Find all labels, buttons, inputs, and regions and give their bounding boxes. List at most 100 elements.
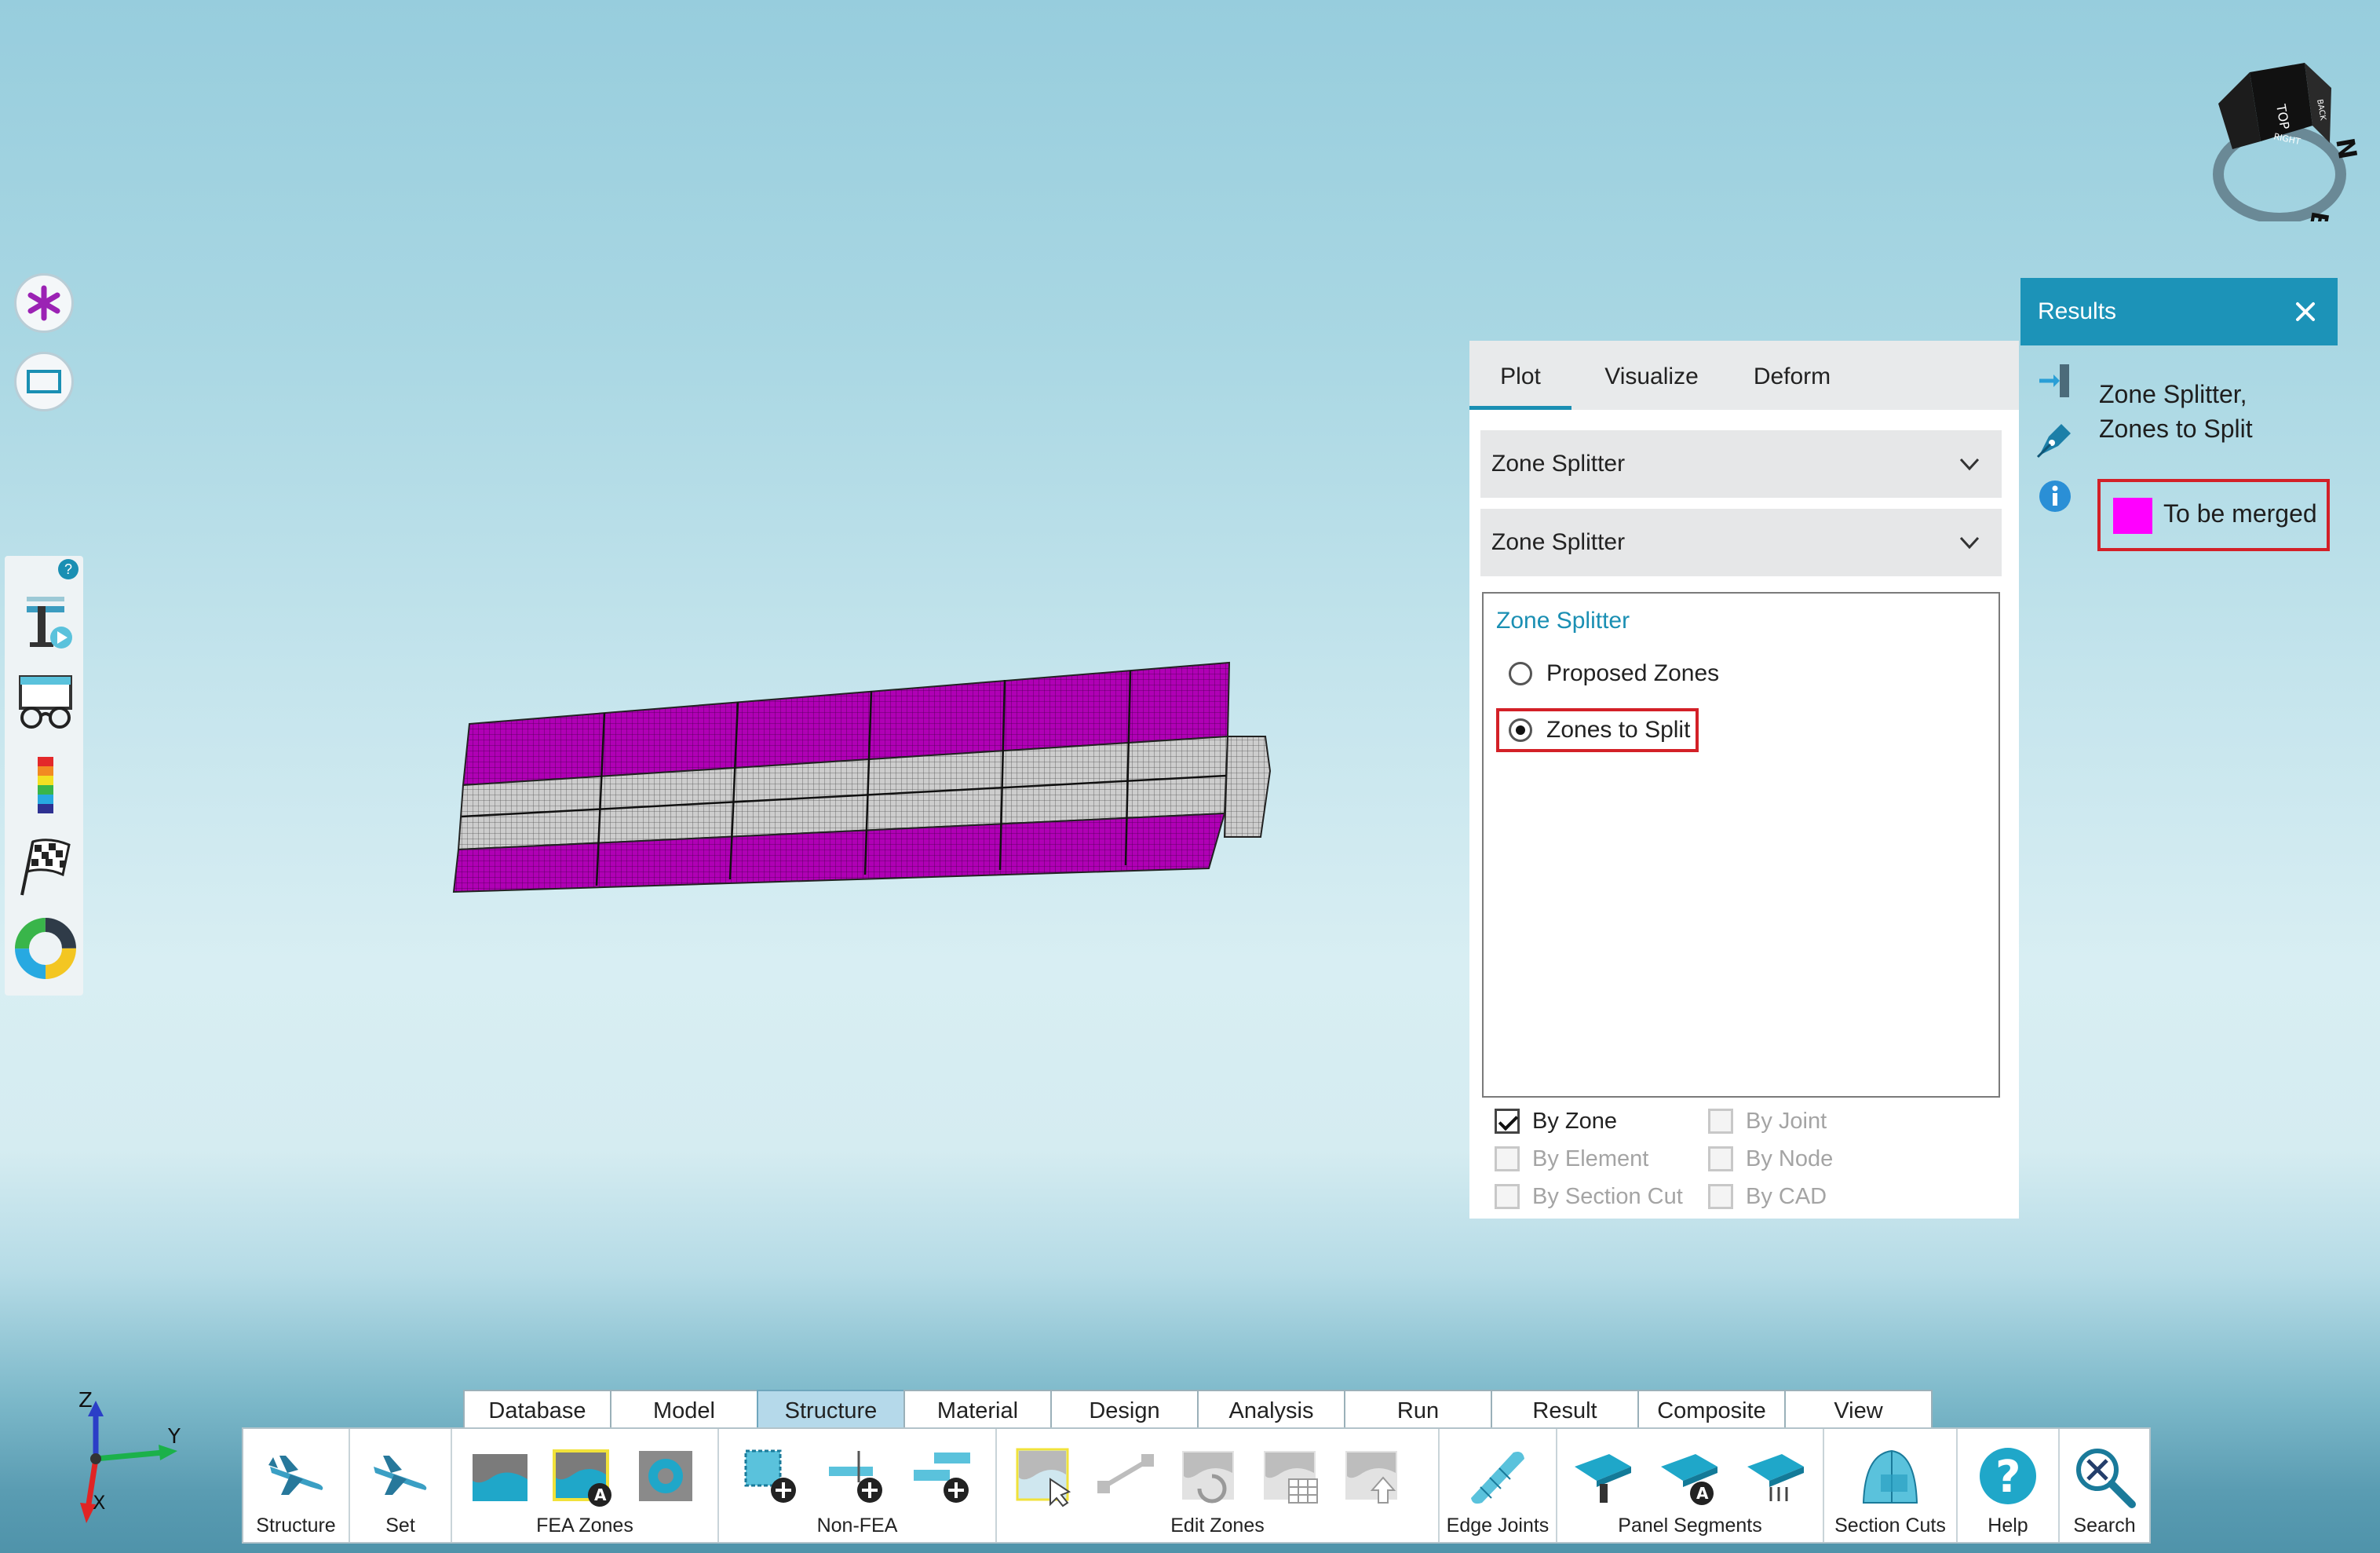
compass-north[interactable]: N — [2330, 136, 2363, 162]
panel-auto-badge: A — [1696, 1484, 1709, 1503]
help-label: Help — [1988, 1515, 2028, 1537]
rectangle-select-button[interactable] — [14, 352, 74, 411]
section-cuts-label: Section Cuts — [1834, 1515, 1946, 1537]
pen-icon[interactable] — [2033, 418, 2077, 462]
radio-zones-to-split[interactable]: Zones to Split — [1509, 713, 1690, 747]
asterisk-button[interactable] — [14, 273, 74, 333]
tab-analysis[interactable]: Analysis — [1197, 1390, 1345, 1429]
checkbox-by-zone-label: By Zone — [1532, 1108, 1617, 1134]
edge-joints-button[interactable]: Edge Joints — [1440, 1429, 1557, 1542]
zone-splitter-group: Zone Splitter Proposed Zones Zones to Sp… — [1482, 592, 2000, 1098]
checkbox-by-joint-label: By Joint — [1746, 1108, 1827, 1134]
tab-design[interactable]: Design — [1050, 1390, 1199, 1429]
checkered-flag-icon[interactable] — [14, 835, 77, 898]
tab-visualize[interactable]: Visualize — [1586, 341, 1717, 410]
plot-subtype-dropdown[interactable]: Zone Splitter — [1480, 509, 2002, 576]
axis-z-label: Z — [78, 1390, 93, 1412]
tab-result[interactable]: Result — [1491, 1390, 1639, 1429]
checkbox-by-joint[interactable]: By Joint — [1708, 1105, 1827, 1137]
search-button[interactable]: Search — [2060, 1429, 2149, 1542]
checkbox-by-element[interactable]: By Element — [1495, 1143, 1648, 1175]
root-stub[interactable] — [1223, 736, 1272, 838]
help-button[interactable]: ? Help — [1958, 1429, 2060, 1542]
set-label: Set — [385, 1515, 415, 1537]
gear-zone-icon[interactable] — [633, 1443, 699, 1509]
ribbon-tabs: Database Model Structure Material Design… — [463, 1390, 1933, 1429]
panel-segment-icon[interactable] — [1570, 1443, 1636, 1509]
chevron-down-icon — [1959, 536, 1980, 550]
tab-composite[interactable]: Composite — [1637, 1390, 1786, 1429]
fea-zone-icon[interactable] — [468, 1443, 534, 1509]
edge-joint-icon — [1471, 1452, 1524, 1504]
tab-deform[interactable]: Deform — [1733, 341, 1851, 410]
plot-type-dropdown[interactable]: Zone Splitter — [1480, 430, 2002, 498]
text-tool-icon[interactable] — [14, 590, 77, 653]
tab-structure[interactable]: Structure — [757, 1390, 905, 1429]
select-zone-icon[interactable] — [1013, 1443, 1079, 1509]
non-fea-label: Non-FEA — [816, 1515, 898, 1537]
panel-segment-auto-icon[interactable]: A — [1656, 1443, 1722, 1509]
structure-label: Structure — [256, 1515, 336, 1537]
plot-tabs: Plot Visualize Deform — [1469, 341, 2019, 410]
checkbox-by-node-box[interactable] — [1708, 1146, 1733, 1171]
add-panel-icon[interactable] — [911, 1443, 976, 1509]
connect-zones-icon[interactable] — [1094, 1443, 1160, 1509]
checkbox-by-node[interactable]: By Node — [1708, 1143, 1833, 1175]
checkbox-by-element-box[interactable] — [1495, 1146, 1520, 1171]
ribbon-toolbar: Structure Set A FEA Zones Non-FEA Edit Z… — [242, 1427, 2151, 1544]
tab-model[interactable]: Model — [610, 1390, 758, 1429]
radio-proposed-zones[interactable]: Proposed Zones — [1509, 656, 1719, 691]
results-body: Zone Splitter, Zones to Split To be merg… — [2020, 345, 2338, 581]
axis-x-label: X — [93, 1492, 105, 1514]
structure-button[interactable]: Structure — [243, 1429, 350, 1542]
asterisk-icon — [27, 285, 60, 321]
set-button[interactable]: Set — [350, 1429, 452, 1542]
wing-fea-model[interactable] — [440, 652, 1287, 903]
import-icon[interactable] — [2036, 361, 2075, 400]
compass-east[interactable]: E — [2304, 210, 2334, 221]
panel-segment-edit-icon[interactable] — [1743, 1443, 1809, 1509]
airplane-set-icon — [374, 1456, 427, 1495]
close-icon[interactable] — [2294, 300, 2317, 323]
checkbox-by-section-cut[interactable]: By Section Cut — [1495, 1181, 1683, 1212]
results-description: Zone Splitter, Zones to Split — [2099, 377, 2253, 446]
tab-view[interactable]: View — [1784, 1390, 1933, 1429]
search-label: Search — [2073, 1515, 2136, 1537]
non-fea-group: Non-FEA — [719, 1429, 997, 1542]
checkbox-by-joint-box[interactable] — [1708, 1109, 1733, 1134]
tab-run[interactable]: Run — [1344, 1390, 1492, 1429]
tab-plot[interactable]: Plot — [1469, 341, 1571, 410]
zone-splitter-title: Zone Splitter — [1496, 608, 1630, 634]
color-scale-icon[interactable] — [14, 754, 77, 817]
checkbox-by-cad[interactable]: By CAD — [1708, 1181, 1827, 1212]
left-tool-strip: ? — [5, 556, 83, 996]
glasses-icon[interactable] — [14, 672, 77, 735]
rotate-zone-icon[interactable] — [1176, 1443, 1242, 1509]
tab-material[interactable]: Material — [903, 1390, 1052, 1429]
grid-zone-icon[interactable] — [1258, 1443, 1323, 1509]
checkbox-by-cad-box[interactable] — [1708, 1184, 1733, 1209]
help-badge[interactable]: ? — [58, 559, 78, 579]
tab-database[interactable]: Database — [463, 1390, 611, 1429]
checkbox-by-zone-box[interactable] — [1495, 1109, 1520, 1134]
checkbox-by-zone[interactable]: By Zone — [1495, 1105, 1617, 1137]
fea-zone-auto-icon[interactable]: A — [549, 1443, 615, 1509]
checkbox-by-section-cut-box[interactable] — [1495, 1184, 1520, 1209]
fea-zones-group: A FEA Zones — [452, 1429, 719, 1542]
add-beam-icon[interactable] — [824, 1443, 890, 1509]
search-icon — [2076, 1449, 2136, 1508]
plot-type-value: Zone Splitter — [1491, 451, 1626, 477]
navigation-cube[interactable]: TOP RIGHT BACK N E — [2195, 57, 2367, 221]
radio-proposed-zones-circle[interactable] — [1509, 662, 1532, 685]
section-cuts-button[interactable]: Section Cuts — [1824, 1429, 1958, 1542]
radio-proposed-zones-label: Proposed Zones — [1546, 660, 1720, 686]
export-zone-icon[interactable] — [1339, 1443, 1405, 1509]
rectangle-icon — [27, 370, 61, 393]
radio-zones-to-split-circle[interactable] — [1509, 718, 1532, 742]
results-title: Results — [2038, 298, 2117, 324]
results-line-1: Zone Splitter, — [2099, 380, 2247, 408]
add-box-icon[interactable] — [738, 1443, 804, 1509]
legend-label: To be merged — [2163, 499, 2317, 528]
color-wheel-icon[interactable] — [14, 917, 77, 980]
info-icon[interactable] — [2038, 479, 2072, 513]
